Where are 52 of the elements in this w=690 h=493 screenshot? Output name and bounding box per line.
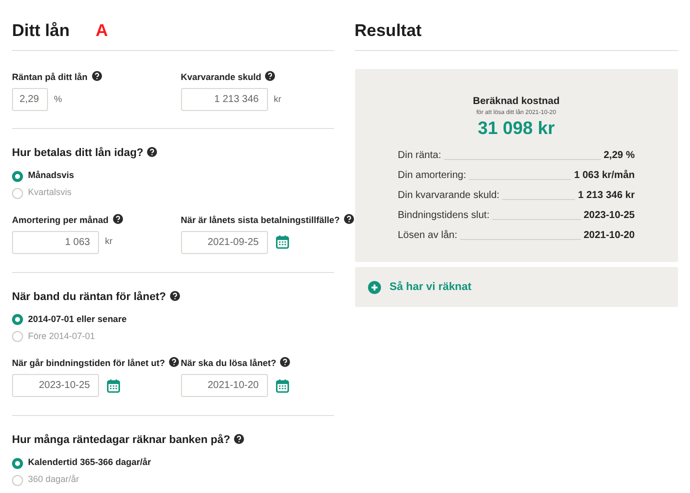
summary-label: Din ränta: bbox=[398, 149, 442, 163]
summary-label: Bindningstidens slut: bbox=[398, 209, 490, 223]
input-field[interactable]: 1 063 bbox=[12, 230, 99, 254]
result-heading: Beräknad kostnad bbox=[472, 95, 560, 109]
calendar-icon[interactable] bbox=[276, 235, 289, 249]
unit-label: kr bbox=[105, 235, 112, 248]
section-heading: Hur många räntedagar räknar banken på? bbox=[12, 434, 230, 446]
help-icon[interactable] bbox=[344, 214, 354, 224]
help-icon[interactable] bbox=[147, 147, 158, 157]
help-icon[interactable] bbox=[234, 434, 244, 444]
input-field[interactable]: 1 213 346 bbox=[180, 88, 268, 111]
help-icon[interactable] bbox=[170, 290, 180, 300]
help-icon[interactable] bbox=[112, 214, 123, 224]
radio-option[interactable]: Månadsvis bbox=[12, 168, 334, 184]
radio-option[interactable]: 2014-07-01 eller senare bbox=[12, 311, 334, 328]
expand-button[interactable]: Så har vi räknat bbox=[354, 267, 678, 307]
unit-label: kr bbox=[274, 92, 282, 106]
summary-value: 2,29 % bbox=[604, 149, 635, 163]
annotation-letter: A bbox=[96, 20, 108, 42]
results-title: Resultat bbox=[354, 20, 422, 42]
summary-value: 2021-10-20 bbox=[584, 229, 635, 243]
section-heading: Hur betalas ditt lån idag? bbox=[12, 147, 144, 159]
help-icon[interactable] bbox=[280, 357, 290, 367]
radio-option[interactable]: Kalendertid 365-366 dagar/år bbox=[12, 454, 334, 472]
field-label: När ska du lösa lånet? bbox=[180, 358, 276, 368]
calendar-icon[interactable] bbox=[107, 378, 120, 392]
summary-value: 1 213 346 kr bbox=[578, 189, 635, 203]
result-amount: 31 098 kr bbox=[478, 118, 555, 138]
summary-value: 2023-10-25 bbox=[584, 209, 635, 223]
field-label: När är lånets sista betalningstillfälle? bbox=[180, 214, 340, 224]
section-heading: När band du räntan för lånet? bbox=[12, 290, 166, 302]
calendar-icon[interactable] bbox=[276, 378, 289, 392]
summary-label: Din amortering: bbox=[398, 169, 466, 183]
summary-label: Din kvarvarande skuld: bbox=[398, 189, 500, 203]
summary-label: Lösen av lån: bbox=[398, 229, 458, 243]
input-field[interactable]: 2,29 bbox=[12, 88, 48, 111]
plus-icon bbox=[368, 280, 380, 294]
field-label: Amortering per månad bbox=[12, 214, 109, 224]
unit-label: % bbox=[54, 92, 62, 106]
input-field[interactable]: 2023-10-25 bbox=[12, 374, 99, 397]
summary-value: 1 063 kr/mån bbox=[574, 168, 635, 183]
input-field[interactable]: 2021-10-20 bbox=[180, 374, 268, 397]
input-field[interactable]: 2021-09-25 bbox=[180, 230, 268, 254]
help-icon[interactable] bbox=[92, 71, 102, 81]
radio-option[interactable]: 360 dagar/år bbox=[12, 472, 334, 488]
page-title: Ditt lån bbox=[12, 20, 70, 42]
field-label: När går bindningstiden för lånet ut? bbox=[12, 358, 165, 368]
radio-option[interactable]: Kvartalsvis bbox=[12, 184, 334, 202]
help-icon[interactable] bbox=[169, 357, 179, 367]
help-icon[interactable] bbox=[265, 71, 276, 81]
field-label: Kvarvarande skuld bbox=[180, 72, 262, 82]
field-label: Räntan på ditt lån bbox=[12, 72, 88, 82]
